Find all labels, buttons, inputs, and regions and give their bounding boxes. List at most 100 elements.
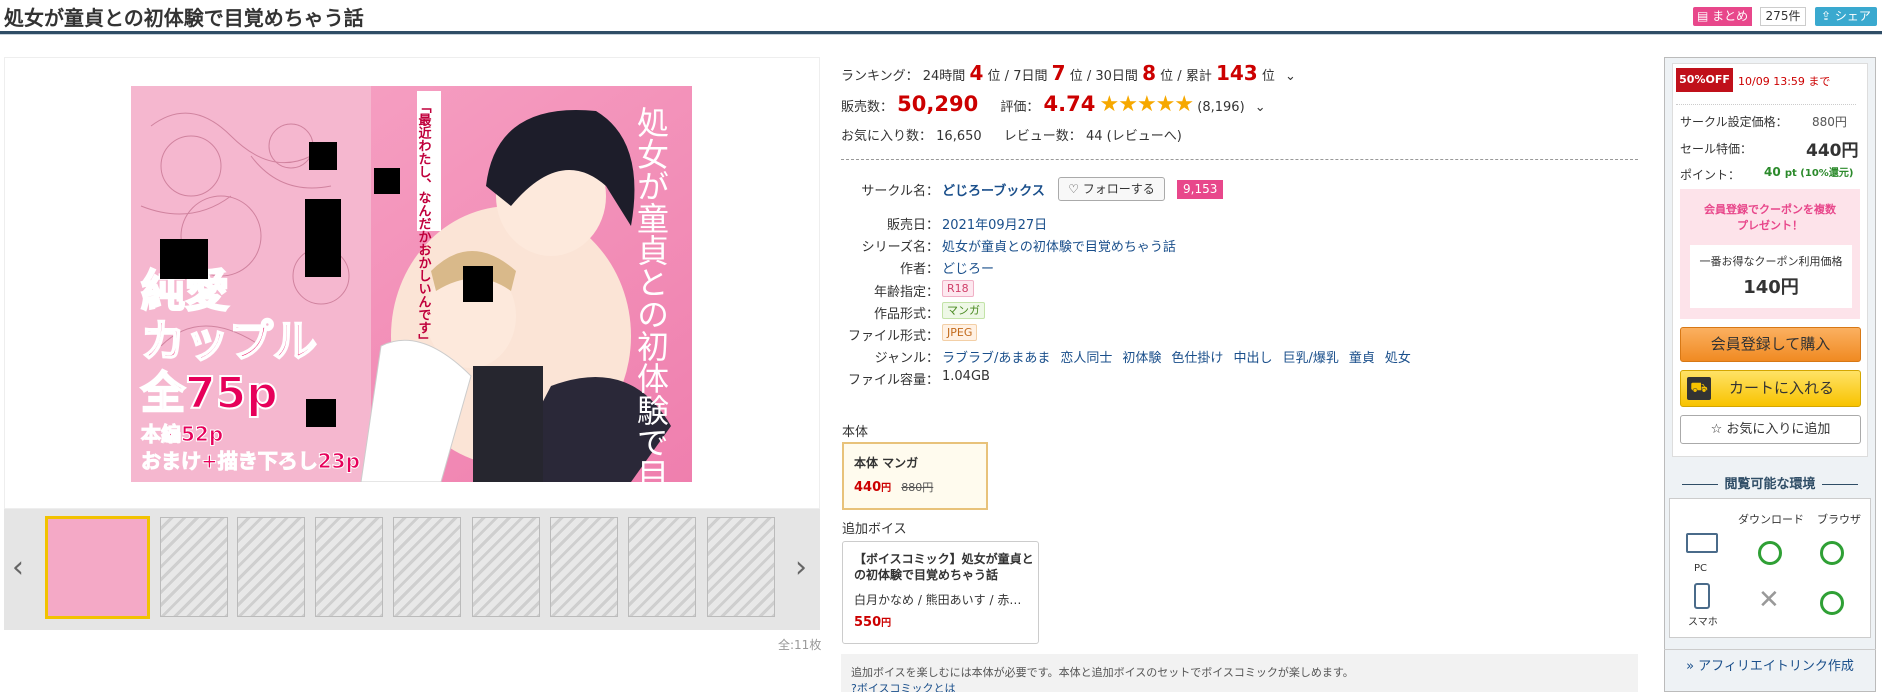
svg-text:カップル: カップル: [141, 316, 317, 367]
cover-art: 純愛 カップル 全75p 本編52p おまけ+描き下ろし23p 処女が童貞との初…: [131, 86, 692, 482]
thumbnail-item[interactable]: [707, 517, 775, 617]
file-format-label: ファイル形式：: [847, 329, 939, 344]
env-phone-label: スマホ: [1688, 617, 1718, 628]
review-count: 44: [1085, 129, 1103, 144]
point-label: ポイント：: [1680, 168, 1741, 182]
release-label: 販売日：: [886, 218, 939, 233]
genre-label: ジャンル：: [874, 351, 939, 366]
genre-link[interactable]: 恋人同士: [1060, 351, 1112, 366]
pc-download-supported-icon: [1758, 541, 1782, 565]
chevron-down-icon[interactable]: ⌄: [1285, 69, 1296, 84]
star-icon: ★: [1118, 92, 1138, 117]
add-to-cart-button[interactable]: ⛟ カートに入れる: [1680, 370, 1861, 407]
genre-link[interactable]: 初体験: [1122, 351, 1161, 366]
sales-count: 50,290: [897, 92, 979, 116]
main-edition-heading: 本体: [842, 425, 869, 440]
sale-price-label: セール特価：: [1680, 142, 1753, 156]
format-label: 作品形式：: [873, 307, 939, 322]
price-divider: [1676, 104, 1856, 105]
rank-24h: 4: [969, 61, 984, 85]
page-title: 処女が童貞との初体験で目覚めちゃう話: [4, 6, 364, 30]
sale-deadline: 10/09 13:59 まで: [1738, 75, 1831, 88]
cart-icon: ⛟: [1687, 377, 1711, 400]
thumbnail-item[interactable]: [628, 517, 696, 617]
voice-edition-name: 【ボイスコミック】処女が童貞との初体験で目覚めちゃう話: [854, 552, 1034, 582]
thumb-next-arrow-icon[interactable]: ›: [795, 553, 807, 583]
share-button[interactable]: ⇪ シェア: [1815, 7, 1877, 26]
rating-stars: ★★★★★: [1099, 92, 1194, 117]
rank-total: 143: [1215, 61, 1258, 85]
circle-link[interactable]: どじろーブックス: [942, 180, 1045, 199]
age-label: 年齢指定：: [873, 285, 939, 300]
voice-edition-cast: 白月かなめ / 熊田あいす / 赤…: [854, 593, 1022, 607]
svg-text:本編52p: 本編52p: [141, 422, 223, 446]
rank-30d: 8: [1142, 61, 1156, 85]
genre-link[interactable]: ラブラブ/あまあま: [942, 351, 1050, 366]
genre-link[interactable]: 処女: [1385, 351, 1411, 366]
rating-value: 4.74: [1043, 92, 1096, 116]
series-label: シリーズ名：: [861, 240, 939, 255]
share-icon: ⇪: [1821, 9, 1835, 23]
voice-edition-heading: 追加ボイス: [842, 522, 907, 537]
chevron-down-icon[interactable]: ⌄: [1255, 100, 1266, 115]
thumbnail-item[interactable]: [550, 517, 618, 617]
matome-button[interactable]: ▤ まとめ: [1693, 7, 1753, 26]
favorites-row: お気に入り数： 16,650 レビュー数： 44 (レビューへ): [841, 129, 1182, 144]
rank-7d: 7: [1051, 61, 1066, 85]
title-divider-light: [0, 34, 1882, 35]
genre-link[interactable]: 中出し: [1233, 351, 1272, 366]
thumbnail-item[interactable]: [45, 516, 150, 619]
genre-link[interactable]: 色仕掛け: [1171, 351, 1223, 366]
image-total-count: 全:11枚: [778, 638, 822, 652]
svg-text:おまけ+描き下ろし23p: おまけ+描き下ろし23p: [141, 449, 360, 473]
voice-edition-card[interactable]: 【ボイスコミック】処女が童貞との初体験で目覚めちゃう話 白月かなめ / 熊田あい…: [842, 541, 1039, 644]
age-rating-badge[interactable]: R18: [942, 280, 974, 297]
affiliate-link[interactable]: » アフィリエイトリンク作成: [1664, 652, 1876, 682]
pc-browser-supported-icon: [1820, 541, 1844, 565]
star-icon: ★: [1099, 92, 1119, 117]
env-browser-header: ブラウザ: [1817, 513, 1861, 526]
sale-price: 440円: [1806, 141, 1859, 161]
cover-image[interactable]: 純愛 カップル 全75p 本編52p おまけ+描き下ろし23p 処女が童貞との初…: [131, 86, 692, 482]
env-table: ダウンロード ブラウザ PC スマホ ✕: [1669, 498, 1871, 638]
star-icon: ★: [1155, 92, 1176, 117]
author-link[interactable]: どじろー: [942, 258, 994, 277]
voice-comic-help-link[interactable]: ?ボイスコミックとは: [851, 680, 956, 692]
matome-count: 275件: [1760, 7, 1806, 26]
coupon-line2: プレゼント！: [1737, 219, 1803, 232]
review-link[interactable]: (レビューへ): [1107, 129, 1182, 144]
voice-edition-price: 550円: [854, 615, 892, 630]
phone-icon: [1694, 583, 1710, 609]
list-price-label: サークル設定価格：: [1680, 115, 1788, 129]
section-divider: [841, 159, 1638, 160]
thumbnail-item[interactable]: [472, 517, 540, 617]
register-and-buy-button[interactable]: 会員登録して購入: [1680, 327, 1861, 362]
file-format-badge[interactable]: JPEG: [942, 324, 978, 341]
list-price: 880円: [1812, 115, 1847, 129]
thumb-prev-arrow-icon[interactable]: ‹: [12, 553, 24, 583]
star-outline-icon: ☆: [1710, 422, 1727, 437]
work-format-badge[interactable]: マンガ: [942, 302, 985, 319]
thumbnail-item[interactable]: [160, 517, 228, 617]
voice-notice: 追加ボイスを楽しむには本体が必要です。本体と追加ボイスのセットでボイスコミックが…: [841, 654, 1638, 692]
thumbnail-item[interactable]: [315, 517, 383, 617]
follow-button[interactable]: ♡ フォローする: [1058, 177, 1165, 201]
affiliate-divider: [1664, 649, 1876, 650]
release-date-link[interactable]: 2021年09月27日: [942, 214, 1047, 233]
env-title: 閲覧可能な環境: [1664, 473, 1876, 492]
env-pc-label: PC: [1694, 563, 1708, 574]
genre-link[interactable]: 童貞: [1349, 351, 1375, 366]
genre-link[interactable]: 巨乳/爆乳: [1282, 351, 1338, 366]
thumbnail-item[interactable]: [237, 517, 305, 617]
coupon-line1: 会員登録でクーポンを複数: [1704, 203, 1836, 216]
main-edition-price: 440円 880円: [854, 480, 934, 495]
main-edition-name: 本体 マンガ: [854, 456, 919, 470]
thumbnail-item[interactable]: [393, 517, 461, 617]
series-link[interactable]: 処女が童貞との初体験で目覚めちゃう話: [942, 236, 1176, 255]
point-value: 40 pt (10%還元): [1764, 165, 1854, 179]
rating-count: (8,196): [1197, 100, 1245, 115]
phone-browser-supported-icon: [1820, 591, 1844, 615]
add-favorite-button[interactable]: ☆ お気に入りに追加: [1680, 415, 1861, 444]
main-edition-card[interactable]: 本体 マンガ 440円 880円: [842, 442, 988, 510]
double-chevron-icon: »: [1686, 659, 1699, 674]
